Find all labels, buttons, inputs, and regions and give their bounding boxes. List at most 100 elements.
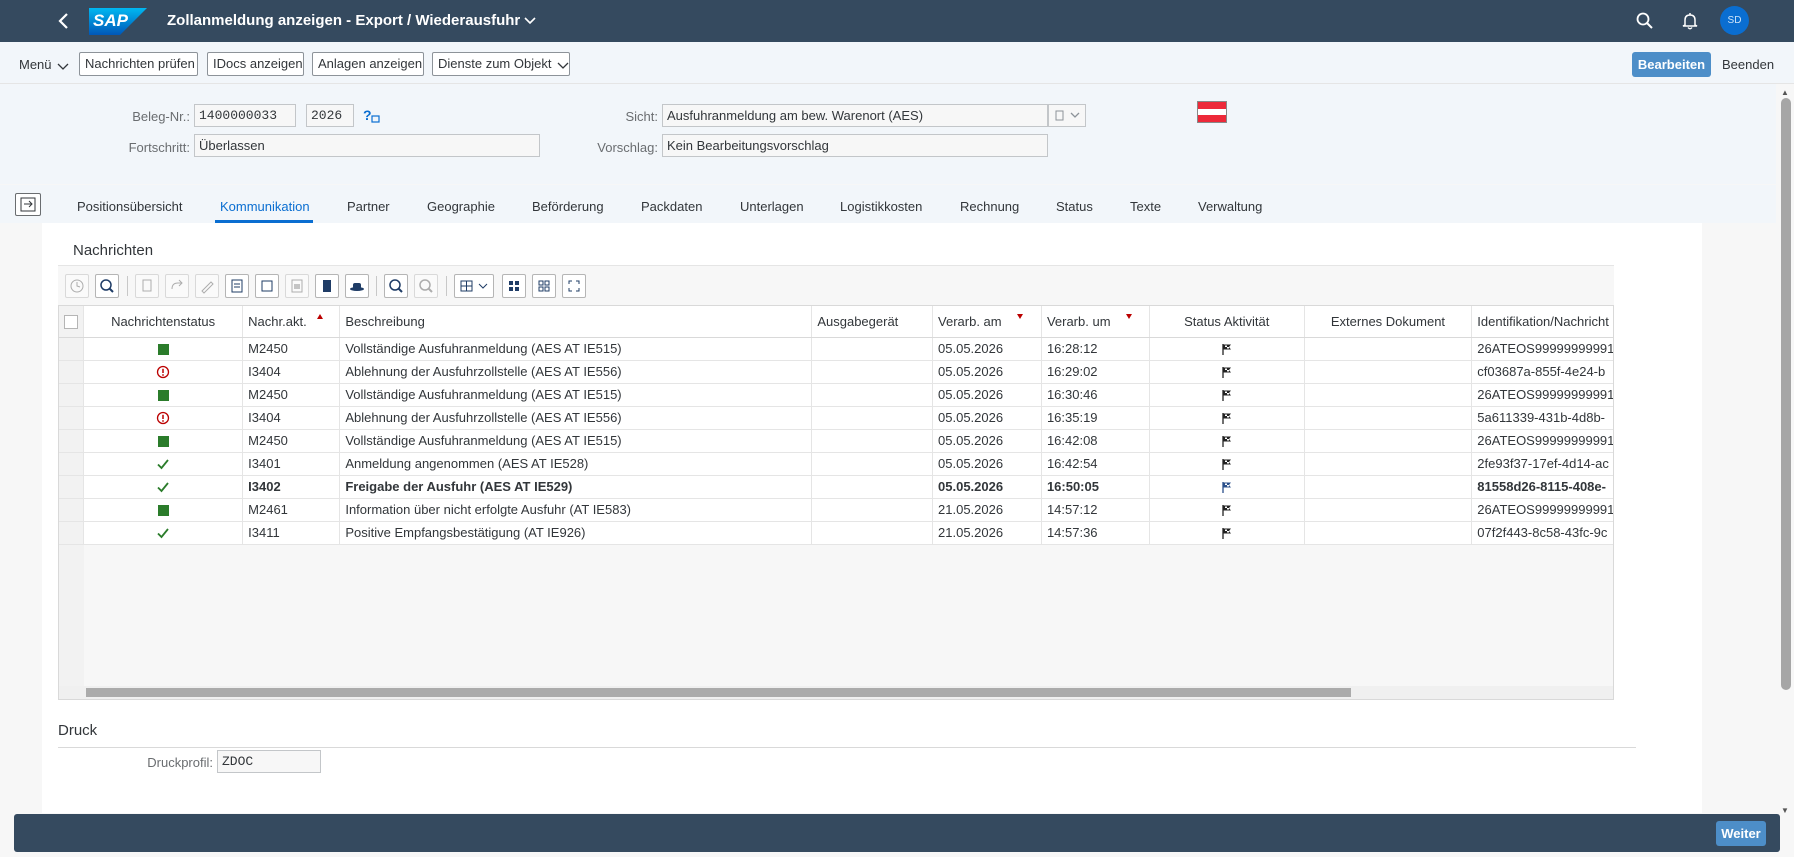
side-panel-toggle-icon[interactable]: [15, 193, 41, 216]
manage-layout-icon[interactable]: [532, 274, 556, 298]
tab-geographie[interactable]: Geographie: [427, 199, 495, 214]
copy-icon[interactable]: [135, 274, 159, 298]
table-row[interactable]: M2450 Vollständige Ausfuhranmeldung (AES …: [59, 429, 1613, 453]
display-icon[interactable]: [255, 274, 279, 298]
cell-ext: [1304, 475, 1473, 499]
history-icon[interactable]: [65, 274, 89, 298]
fortschritt-field[interactable]: Überlassen: [194, 134, 540, 157]
tab-rechnung[interactable]: Rechnung: [960, 199, 1019, 214]
druckprofil-field[interactable]: ZDOC: [217, 750, 321, 773]
tab-positionsuebersicht[interactable]: Positionsübersicht: [77, 199, 183, 214]
sicht-label: Sicht:: [625, 109, 658, 124]
title-chevron-down-icon[interactable]: [523, 13, 537, 27]
col-status-aktivitaet[interactable]: Status Aktivität: [1149, 306, 1305, 338]
cell-device: [811, 406, 934, 430]
row-selector[interactable]: [59, 360, 85, 384]
vorschlag-field[interactable]: Kein Bearbeitungsvorschlag: [662, 134, 1048, 157]
cell-device: [811, 360, 934, 384]
cell-device: [811, 452, 934, 476]
status-success-check-icon: [83, 475, 244, 499]
table-row[interactable]: M2461 Information über nicht erfolgte Aus…: [59, 498, 1613, 522]
col-identifikation[interactable]: Identifikation/Nachricht: [1471, 306, 1613, 338]
cell-desc: Ablehnung der Ausfuhrzollstelle (AES AT …: [339, 360, 813, 384]
table-row[interactable]: M2450 Vollständige Ausfuhranmeldung (AES …: [59, 337, 1613, 361]
table-row[interactable]: I3401 Anmeldung angenommen (AES AT IE528)…: [59, 452, 1613, 476]
tab-befoerderung[interactable]: Beförderung: [532, 199, 604, 214]
tab-verwaltung[interactable]: Verwaltung: [1198, 199, 1262, 214]
app-title[interactable]: Zollanmeldung anzeigen - Export / Wieder…: [167, 12, 520, 29]
repeat-icon[interactable]: [165, 274, 189, 298]
tab-status[interactable]: Status: [1056, 199, 1093, 214]
status-processed-icon: [83, 337, 244, 361]
row-selector[interactable]: [59, 498, 85, 522]
search-icon[interactable]: [1635, 11, 1655, 31]
row-selector[interactable]: [59, 383, 85, 407]
quit-button[interactable]: Beenden: [1722, 57, 1774, 72]
svg-text:?: ?: [363, 107, 372, 123]
horizontal-scrollbar-thumb[interactable]: [86, 688, 1351, 697]
row-selector[interactable]: [59, 337, 85, 361]
row-selector[interactable]: [59, 475, 85, 499]
row-selector[interactable]: [59, 521, 85, 545]
beleg-field[interactable]: 1400000033: [194, 104, 296, 127]
fullscreen-icon[interactable]: [562, 274, 586, 298]
services-for-object-button[interactable]: Dienste zum Objekt: [432, 52, 570, 76]
object-icon[interactable]: [285, 274, 309, 298]
continue-button[interactable]: Weiter: [1716, 821, 1766, 846]
row-selector[interactable]: [59, 429, 85, 453]
col-ausgabegeraet[interactable]: Ausgabegerät: [811, 306, 934, 338]
row-selector[interactable]: [59, 406, 85, 430]
select-layout-icon[interactable]: [502, 274, 526, 298]
help-icon[interactable]: ?: [362, 107, 380, 125]
table-row[interactable]: I3411 Positive Empfangsbestätigung (AT IE…: [59, 521, 1613, 545]
find-icon[interactable]: [384, 274, 408, 298]
druckprofil-label: Druckprofil:: [147, 755, 213, 770]
tab-unterlagen[interactable]: Unterlagen: [740, 199, 804, 214]
horizontal-scrollbar[interactable]: [59, 686, 1613, 699]
col-nachrichtenstatus[interactable]: Nachrichtenstatus: [83, 306, 244, 338]
sap-logo[interactable]: SAP: [89, 8, 147, 35]
sicht-field[interactable]: Ausfuhranmeldung am bew. Warenort (AES): [662, 104, 1048, 127]
find-next-icon[interactable]: [414, 274, 438, 298]
year-field[interactable]: 2026: [306, 104, 354, 127]
layout-table-dropdown-icon[interactable]: [454, 274, 494, 298]
vertical-scrollbar-thumb[interactable]: [1781, 98, 1791, 690]
cell-code: I3404: [242, 406, 341, 430]
separator: [127, 276, 128, 296]
user-avatar[interactable]: SD: [1720, 6, 1749, 35]
col-externes-dokument[interactable]: Externes Dokument: [1304, 306, 1473, 338]
tab-texte[interactable]: Texte: [1130, 199, 1161, 214]
tab-kommunikation[interactable]: Kommunikation: [220, 199, 310, 214]
row-selector[interactable]: [59, 452, 85, 476]
scroll-down-icon[interactable]: ▼: [1781, 806, 1789, 815]
notifications-bell-icon[interactable]: [1680, 11, 1700, 31]
check-messages-button[interactable]: Nachrichten prüfen: [79, 52, 198, 76]
text-document-icon[interactable]: [315, 274, 339, 298]
col-verarb-um[interactable]: Verarb. um: [1041, 306, 1150, 338]
tab-partner[interactable]: Partner: [347, 199, 390, 214]
table-row[interactable]: I3404 Ablehnung der Ausfuhrzollstelle (AE…: [59, 360, 1613, 384]
menu-button[interactable]: Menü: [19, 57, 69, 72]
activity-flag-icon: [1149, 452, 1305, 476]
table-row[interactable]: I3402 Freigabe der Ausfuhr (AES AT IE529)…: [59, 475, 1613, 499]
table-row[interactable]: M2450 Vollständige Ausfuhranmeldung (AES …: [59, 383, 1613, 407]
cell-ext: [1304, 360, 1473, 384]
show-attachments-button[interactable]: Anlagen anzeigen: [312, 52, 424, 76]
col-beschreibung[interactable]: Beschreibung: [339, 306, 813, 338]
edit-button[interactable]: Bearbeiten: [1632, 52, 1711, 77]
edit-pencil-icon[interactable]: [195, 274, 219, 298]
col-nachr-akt[interactable]: Nachr.akt.: [242, 306, 341, 338]
cell-time: 16:35:19: [1041, 406, 1150, 430]
sicht-dropdown-button[interactable]: [1048, 104, 1086, 127]
col-verarb-am[interactable]: Verarb. am: [932, 306, 1042, 338]
hat-icon[interactable]: [345, 274, 369, 298]
scroll-up-icon[interactable]: ▲: [1781, 88, 1789, 97]
tab-packdaten[interactable]: Packdaten: [641, 199, 702, 214]
show-idocs-button[interactable]: IDocs anzeigen: [207, 52, 304, 76]
details-zoom-icon[interactable]: [95, 274, 119, 298]
table-row[interactable]: I3404 Ablehnung der Ausfuhrzollstelle (AE…: [59, 406, 1613, 430]
select-all-checkbox[interactable]: [59, 306, 85, 338]
document-list-icon[interactable]: [225, 274, 249, 298]
tab-logistikkosten[interactable]: Logistikkosten: [840, 199, 922, 214]
back-icon[interactable]: [54, 11, 74, 31]
